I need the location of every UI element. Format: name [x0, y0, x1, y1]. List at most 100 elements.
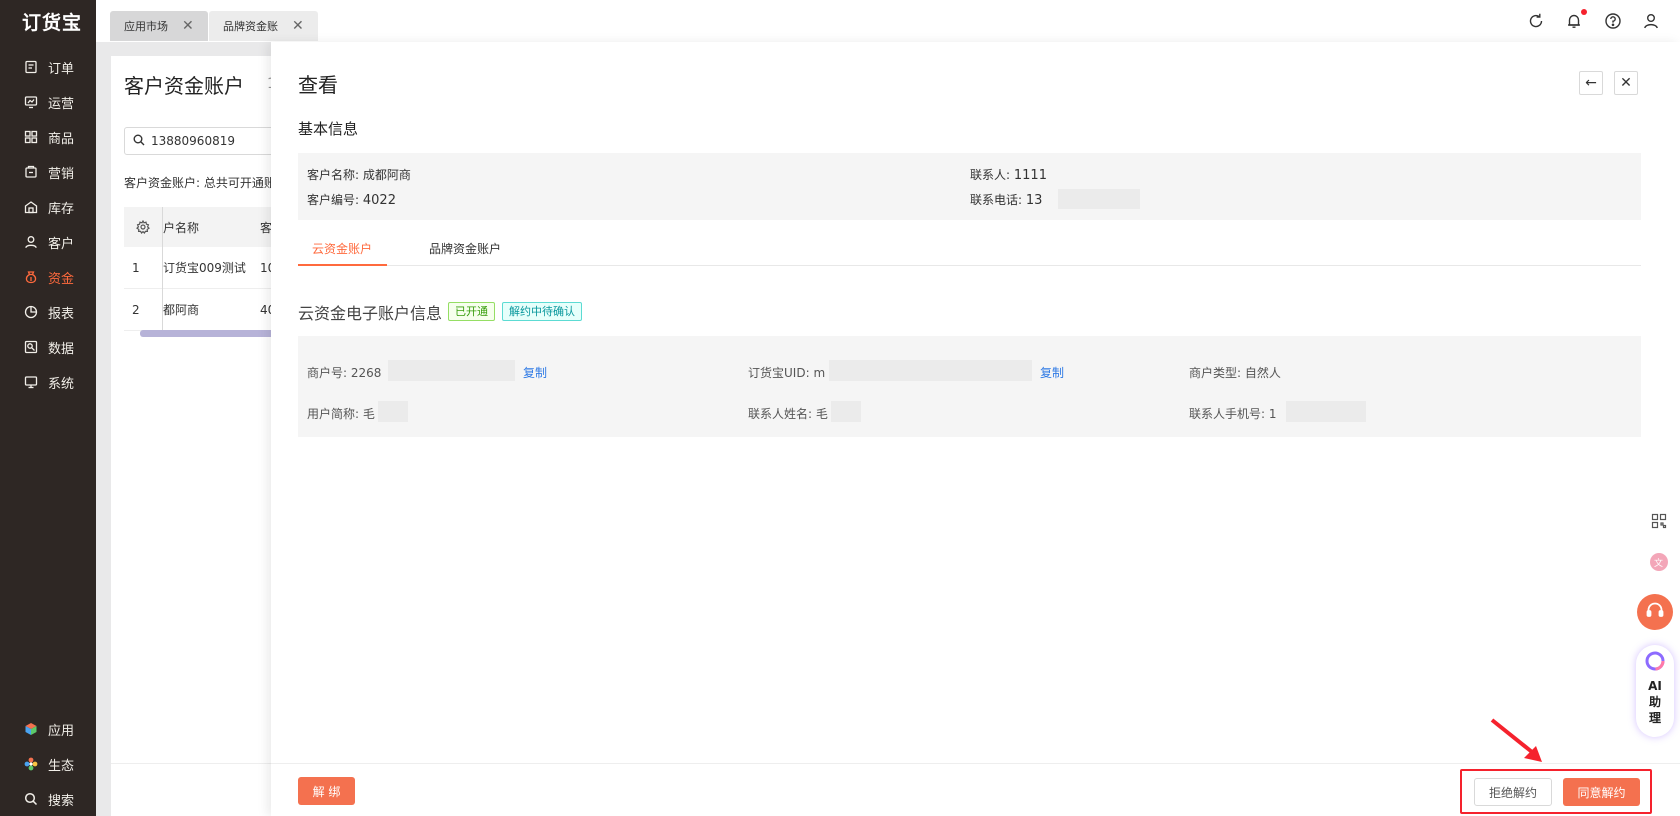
product-icon — [24, 130, 38, 144]
redacted-area — [388, 360, 515, 381]
tab-brand-funds[interactable]: 品牌资金账户 — [429, 240, 501, 257]
redacted-area — [829, 360, 1032, 381]
customer-code-field: 客户编号: 4022 — [307, 191, 396, 208]
svg-text:文: 文 — [1654, 557, 1663, 568]
sidebar-item-label: 报表 — [48, 306, 75, 322]
ecosystem-icon — [24, 757, 38, 771]
search-icon — [133, 134, 151, 149]
column-header: 户名称 — [163, 220, 200, 235]
bell-icon[interactable] — [1565, 12, 1583, 30]
sidebar-item-system[interactable]: 系统 — [0, 365, 96, 399]
tab-cloud-funds[interactable]: 云资金账户 — [312, 240, 372, 257]
user-icon[interactable] — [1642, 12, 1660, 30]
refresh-icon[interactable] — [1527, 12, 1545, 30]
sidebar-item-label: 库存 — [48, 201, 75, 217]
tab-label: 品牌资金账 — [223, 20, 278, 33]
close-icon[interactable]: ✕ — [182, 18, 194, 34]
copy-merchant-no-button[interactable]: 复制 — [523, 364, 547, 381]
contact-name-field: 联系人姓名: 毛 — [748, 405, 828, 422]
tab-app-market[interactable]: 应用市场 ✕ — [110, 11, 208, 41]
search-value: 13880960819 — [151, 134, 235, 148]
uid-field: 订货宝UID: m — [748, 364, 825, 381]
merchant-no-label: 商户号: — [307, 366, 348, 380]
sidebar-item-report[interactable]: 报表 — [0, 295, 96, 329]
sidebar-item-label: 搜索 — [48, 793, 75, 809]
sidebar-item-apps[interactable]: 应用 — [0, 712, 96, 746]
table-row[interactable]: 2 都阿商 40 — [124, 288, 284, 331]
apps-icon — [24, 722, 38, 736]
footer-divider — [271, 763, 1680, 764]
search-icon — [24, 792, 38, 806]
redacted-area — [1058, 189, 1140, 209]
row-index: 1 — [132, 260, 140, 275]
basic-info-panel: 客户名称: 成都阿商 客户编号: 4022 联系人: 1111 联系电话: 13 — [298, 153, 1641, 220]
active-tab-indicator — [298, 264, 387, 266]
sidebar-item-inventory[interactable]: 库存 — [0, 190, 96, 224]
contact-name-label: 联系人姓名: — [748, 407, 813, 421]
customer-code-label: 客户编号: — [307, 193, 360, 207]
user-short-name-label: 用户简称: — [307, 407, 360, 421]
qrcode-icon[interactable] — [1651, 513, 1667, 533]
translate-icon[interactable]: 文 — [1649, 552, 1669, 576]
drawer-title: 查看 — [298, 73, 338, 97]
customer-name-field: 客户名称: 成都阿商 — [307, 166, 411, 183]
account-tabs: 云资金账户 品牌资金账户 — [298, 225, 1641, 266]
sidebar-item-funds[interactable]: 资金 — [0, 260, 96, 294]
inventory-icon — [24, 200, 38, 214]
sidebar-item-product[interactable]: 商品 — [0, 120, 96, 154]
sidebar-item-customer[interactable]: 客户 — [0, 225, 96, 259]
divider — [111, 763, 281, 764]
system-icon — [24, 375, 38, 389]
unbind-button[interactable]: 解 绑 — [298, 777, 355, 805]
tab-brand-funds[interactable]: 品牌资金账 ✕ — [209, 11, 318, 41]
table-header: 户名称 客 — [124, 207, 284, 247]
close-button[interactable]: ✕ — [1614, 71, 1638, 95]
row-name: 订货宝009测试 — [163, 261, 246, 275]
sidebar-item-search[interactable]: 搜索 — [0, 782, 96, 816]
back-button[interactable]: ← — [1579, 71, 1603, 95]
sidebar-item-data[interactable]: 数据 — [0, 330, 96, 364]
tab-label: 应用市场 — [124, 20, 168, 33]
uid-value: m — [813, 366, 826, 380]
back-arrow-icon: ← — [1585, 75, 1597, 91]
account-info-panel: 商户号: 2268 复制 订货宝UID: m 复制 商户类型: 自然人 用户简称… — [298, 336, 1641, 437]
sidebar-item-marketing[interactable]: 营销 — [0, 155, 96, 189]
view-drawer: 查看 ← ✕ 基本信息 客户名称: 成都阿商 客户编号: 4022 联系人: 1… — [271, 42, 1680, 816]
headset-icon — [1645, 600, 1665, 624]
customer-service-button[interactable] — [1637, 594, 1673, 630]
page-title: 客户资金账户 — [124, 74, 244, 98]
sidebar-item-label: 系统 — [48, 376, 75, 392]
contact-phone-value: 1 — [1268, 407, 1277, 421]
contact-phone-label: 联系人手机号: — [1189, 407, 1266, 421]
sidebar-item-label: 营销 — [48, 166, 75, 182]
data-icon — [24, 340, 38, 354]
copy-uid-button[interactable]: 复制 — [1040, 364, 1064, 381]
redacted-area — [378, 401, 408, 422]
sidebar-item-ecosystem[interactable]: 生态 — [0, 747, 96, 781]
contact-value: 1111 — [1013, 168, 1047, 183]
settings-icon[interactable] — [124, 220, 162, 234]
background-page — [111, 56, 281, 816]
sidebar-item-order[interactable]: 订单 — [0, 50, 96, 84]
sidebar-item-label: 数据 — [48, 341, 75, 357]
basic-info-title: 基本信息 — [298, 120, 359, 138]
customer-table: 户名称 客 1 订货宝009测试 10 2 都阿商 40 — [124, 207, 284, 331]
sidebar-item-label: 订单 — [48, 61, 75, 77]
order-icon — [24, 60, 38, 74]
redacted-area — [1286, 401, 1366, 422]
top-bar: 应用市场 ✕ 品牌资金账 ✕ — [96, 0, 1680, 42]
contact-label: 联系人: — [970, 168, 1011, 182]
account-section-title: 云资金电子账户信息 — [298, 304, 443, 323]
funds-icon — [24, 270, 38, 284]
help-icon[interactable] — [1604, 12, 1622, 30]
red-arrow-icon — [1490, 718, 1542, 762]
search-input[interactable]: 13880960819 — [124, 127, 284, 155]
contact-name-value: 毛 — [815, 407, 828, 421]
sidebar-item-operation[interactable]: 运营 — [0, 85, 96, 119]
phone-value: 13 — [1025, 193, 1043, 208]
close-icon[interactable]: ✕ — [292, 18, 304, 34]
phone-field: 联系电话: 13 — [970, 191, 1042, 208]
horizontal-scrollbar[interactable] — [140, 330, 280, 337]
table-row[interactable]: 1 订货宝009测试 10 — [124, 246, 284, 289]
summary-text: 客户资金账户: 总共可开通账 — [124, 176, 276, 190]
